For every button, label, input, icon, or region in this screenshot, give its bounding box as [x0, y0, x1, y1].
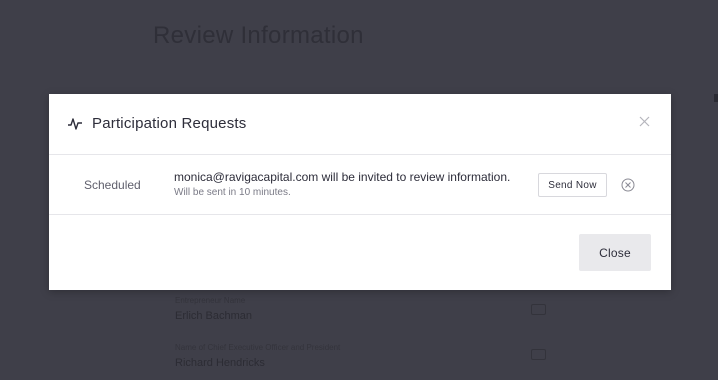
field-label: Entrepreneur Name	[175, 296, 246, 305]
field-entrepreneur-name: Entrepreneur Name Erlich Bachman	[175, 296, 252, 322]
request-row: Scheduled monica@ravigacapital.com will …	[49, 155, 671, 215]
field-value: Richard Hendricks	[175, 357, 265, 369]
request-subtext: Will be sent in 10 minutes.	[174, 187, 291, 198]
modal-title: Participation Requests	[92, 115, 247, 132]
activity-pulse-icon	[68, 118, 82, 130]
scroll-edge	[714, 94, 718, 102]
status-label: Scheduled	[84, 178, 141, 192]
modal-header: Participation Requests	[49, 94, 671, 155]
field-value: Erlich Bachman	[175, 310, 253, 322]
field-ceo-name: Name of Chief Executive Officer and Pres…	[175, 343, 340, 369]
comment-icon[interactable]	[531, 349, 546, 360]
cancel-circle-icon[interactable]	[621, 178, 635, 192]
comment-icon[interactable]	[531, 304, 546, 315]
close-button[interactable]: Close	[579, 234, 651, 271]
close-icon[interactable]	[638, 115, 651, 128]
participation-requests-modal: Participation Requests Scheduled monica@…	[49, 94, 671, 290]
field-label: Name of Chief Executive Officer and Pres…	[175, 343, 341, 352]
send-now-button[interactable]: Send Now	[538, 173, 607, 197]
request-message: monica@ravigacapital.com will be invited…	[174, 170, 511, 184]
page-title: Review Information	[153, 22, 364, 49]
